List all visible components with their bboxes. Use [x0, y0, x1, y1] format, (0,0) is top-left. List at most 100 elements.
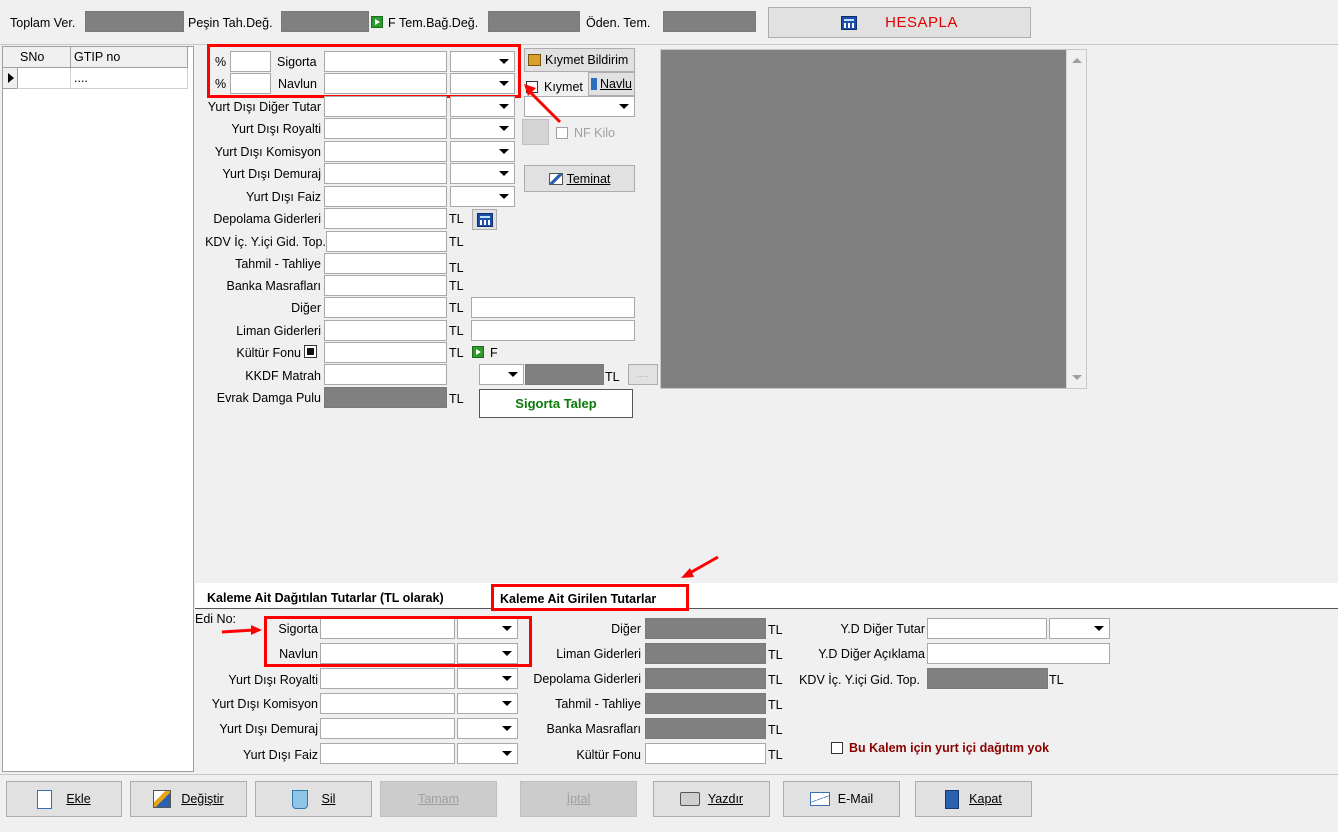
liman-aciklama-field[interactable]	[471, 320, 635, 341]
b-yd-diger-aciklama-field[interactable]	[927, 643, 1110, 664]
calculator-icon	[841, 15, 858, 30]
yd-faiz-field[interactable]	[324, 186, 447, 207]
b-yd-faiz-select[interactable]	[457, 743, 518, 764]
grid-header-gtip[interactable]: GTIP no	[71, 47, 188, 68]
b-banka-field[interactable]	[645, 718, 766, 739]
b-yd-diger-aciklama-label: Y.D Diğer Açıklama	[818, 647, 925, 661]
nf-kilo-label: NF Kilo	[574, 126, 615, 140]
gtip-grid[interactable]	[2, 46, 194, 772]
b-tahmil-field[interactable]	[645, 693, 766, 714]
liman-field[interactable]	[324, 320, 447, 341]
b-yd-royalti-field[interactable]	[320, 668, 455, 689]
banka-field[interactable]	[324, 275, 447, 296]
yd-faiz-select[interactable]	[450, 186, 515, 207]
evrak-label: Evrak Damga Pulu	[216, 391, 321, 405]
edit-icon	[153, 790, 172, 808]
scroll-down-icon[interactable]	[1072, 375, 1082, 380]
kkdf-ellipsis-button[interactable]: .....	[628, 364, 658, 385]
degistir-button[interactable]: Değiştir	[130, 781, 247, 817]
b-diger-label: Diğer	[611, 622, 641, 636]
yd-diger-tutar-field[interactable]	[324, 96, 447, 117]
b-depolama-field[interactable]	[645, 668, 766, 689]
evrak-tl: TL	[449, 392, 464, 406]
diger-aciklama-field[interactable]	[471, 297, 635, 318]
b-yd-komisyon-select[interactable]	[457, 693, 518, 714]
depolama-calc-button[interactable]	[472, 209, 497, 230]
kultur-label: Kültür Fonu	[236, 346, 301, 360]
b-liman-field[interactable]	[645, 643, 766, 664]
hesapla-button[interactable]: HESAPLA	[768, 7, 1031, 38]
exit-door-icon	[945, 789, 960, 809]
navlun-button[interactable]: Navlu	[588, 72, 635, 96]
kkdf-field[interactable]	[324, 364, 447, 385]
b-diger-tl: TL	[768, 623, 783, 637]
email-button[interactable]: E-Mail	[783, 781, 900, 817]
yd-royalti-select[interactable]	[450, 118, 515, 139]
tahmil-field[interactable]	[324, 253, 447, 274]
sil-button[interactable]: Sil	[255, 781, 372, 817]
pesin-tah-label: Peşin Tah.Değ.	[188, 16, 273, 30]
banka-label: Banka Masrafları	[226, 279, 321, 293]
row-indicator-icon	[3, 68, 18, 89]
yd-komisyon-select[interactable]	[450, 141, 515, 162]
teminat-button[interactable]: Teminat	[524, 165, 635, 192]
kultur-checkbox[interactable]	[304, 345, 317, 358]
yurt-ici-yok-label: Bu Kalem için yurt içi dağıtım yok	[849, 741, 1050, 755]
banka-tl: TL	[449, 279, 464, 293]
b-kdv-ic-label: KDV İç. Y.içi Gid. Top.	[799, 673, 920, 687]
tab-dagitilan[interactable]: Kaleme Ait Dağıtılan Tutarlar (TL olarak…	[207, 591, 444, 605]
go-arrow-icon[interactable]	[472, 346, 484, 361]
yd-demuraj-field[interactable]	[324, 163, 447, 184]
kiymet-bildirim-button[interactable]: Kıymet Bildirim	[524, 48, 635, 72]
evrak-field[interactable]	[324, 387, 447, 408]
grid-header-sno[interactable]: SNo	[17, 47, 71, 68]
table-cell-gtip[interactable]: ....	[71, 68, 188, 89]
b-yd-diger-tutar-field[interactable]	[927, 618, 1047, 639]
oden-tem-field[interactable]	[663, 11, 756, 32]
kultur-tl: TL	[449, 346, 464, 360]
yd-diger-tutar-label: Yurt Dışı Diğer Tutar	[207, 100, 321, 114]
table-cell-sno[interactable]	[17, 68, 71, 89]
kkdf-select[interactable]	[479, 364, 524, 385]
go-arrow-icon[interactable]	[371, 16, 383, 31]
b-yd-demuraj-field[interactable]	[320, 718, 455, 739]
pesin-tah-field[interactable]	[281, 11, 369, 32]
b-kdv-ic-field[interactable]	[927, 668, 1048, 689]
yd-komisyon-field[interactable]	[324, 141, 447, 162]
b-diger-field[interactable]	[645, 618, 766, 639]
edit-icon	[548, 172, 563, 185]
toplam-ver-field[interactable]	[85, 11, 184, 32]
b-yd-komisyon-field[interactable]	[320, 693, 455, 714]
kapat-button[interactable]: Kapat	[915, 781, 1032, 817]
diger-field[interactable]	[324, 297, 447, 318]
tem-bag-label: Tem.Bağ.Değ.	[399, 16, 479, 30]
tamam-button[interactable]: Tamam	[380, 781, 497, 817]
yd-demuraj-select[interactable]	[450, 163, 515, 184]
b-tahmil-tl: TL	[768, 698, 783, 712]
kdv-ic-field[interactable]	[326, 231, 447, 252]
yazdir-button[interactable]: Yazdır	[653, 781, 770, 817]
yd-diger-tutar-select[interactable]	[450, 96, 515, 117]
tahmil-tl: TL	[449, 261, 464, 275]
kultur-field[interactable]	[324, 342, 447, 363]
scroll-up-icon[interactable]	[1072, 58, 1082, 63]
b-yd-faiz-field[interactable]	[320, 743, 455, 764]
depolama-field[interactable]	[324, 208, 447, 229]
b-yd-demuraj-select[interactable]	[457, 718, 518, 739]
yd-royalti-field[interactable]	[324, 118, 447, 139]
vertical-scrollbar[interactable]	[1066, 50, 1086, 388]
b-liman-tl: TL	[768, 648, 783, 662]
iptal-button[interactable]: İptal	[520, 781, 637, 817]
nf-kilo-checkbox[interactable]	[556, 127, 568, 139]
tem-bag-field[interactable]	[488, 11, 580, 32]
yurt-ici-yok-checkbox[interactable]	[831, 742, 843, 754]
sigorta-talep-button[interactable]: Sigorta Talep	[479, 389, 633, 418]
b-yd-diger-tutar-select[interactable]	[1049, 618, 1110, 639]
b-yd-royalti-select[interactable]	[457, 668, 518, 689]
ekle-button[interactable]: Ekle	[6, 781, 122, 817]
kkdf-gray-field[interactable]	[525, 364, 604, 385]
f-label: F	[388, 16, 396, 30]
diger-tl: TL	[449, 301, 464, 315]
preview-panel[interactable]	[660, 49, 1087, 389]
b-kultur-field[interactable]	[645, 743, 766, 764]
